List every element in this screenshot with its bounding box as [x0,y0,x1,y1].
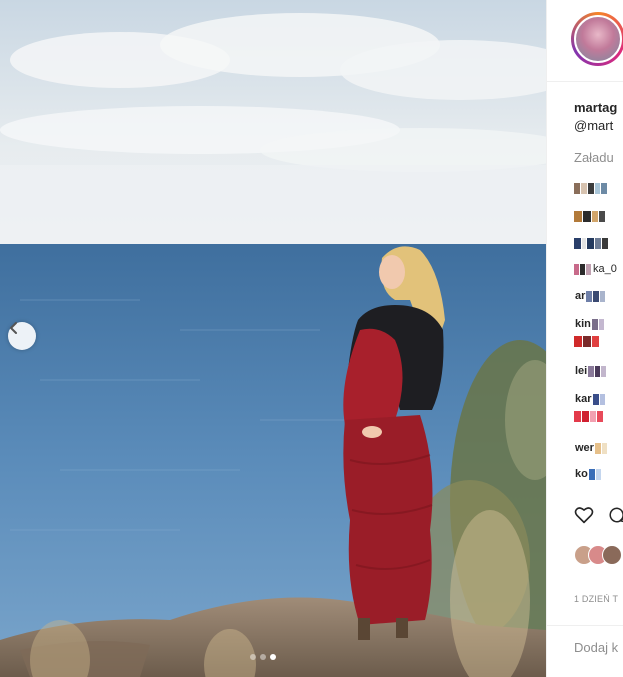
avatar [574,15,622,63]
carousel-dot-active [270,654,276,660]
carousel-dot [250,654,256,660]
loading-text: Załadu [574,150,614,165]
comment-item: ar [574,290,606,302]
comment-item: kar [574,393,605,405]
carousel-dot [260,654,266,660]
post-username[interactable]: martag [574,100,617,115]
comment-emoji-row [574,410,603,422]
post-actions [574,506,623,524]
post-header [547,0,623,82]
post-timestamp: 1 DZIEŃ T [574,594,619,604]
liked-by-avatars[interactable] [574,545,622,565]
comment-item: wer [574,442,607,454]
comment-item: kin [574,318,604,330]
chevron-left-icon [10,322,17,334]
heart-icon[interactable] [574,506,594,524]
comment-item: ko [574,468,601,480]
avatar-ring[interactable] [571,12,623,66]
add-comment-input[interactable]: Dodaj k [574,640,618,655]
comment-emoji-row [574,335,599,347]
post-sidebar: martag @mart Załadu ka_0 ar kin lei kar … [546,0,623,677]
comment-item [574,237,610,249]
comment-item: ka_0 [574,263,617,275]
photo-scene [0,0,546,677]
carousel-indicator [250,654,276,660]
comment-item [574,182,609,194]
liker-avatar [602,545,622,565]
post-handle[interactable]: @mart [574,118,613,133]
carousel-prev-button[interactable] [8,322,36,350]
divider [547,625,623,626]
comment-icon[interactable] [608,506,623,524]
post-photo[interactable] [0,0,546,677]
comment-item: lei [574,365,607,377]
comment-item [574,210,607,222]
